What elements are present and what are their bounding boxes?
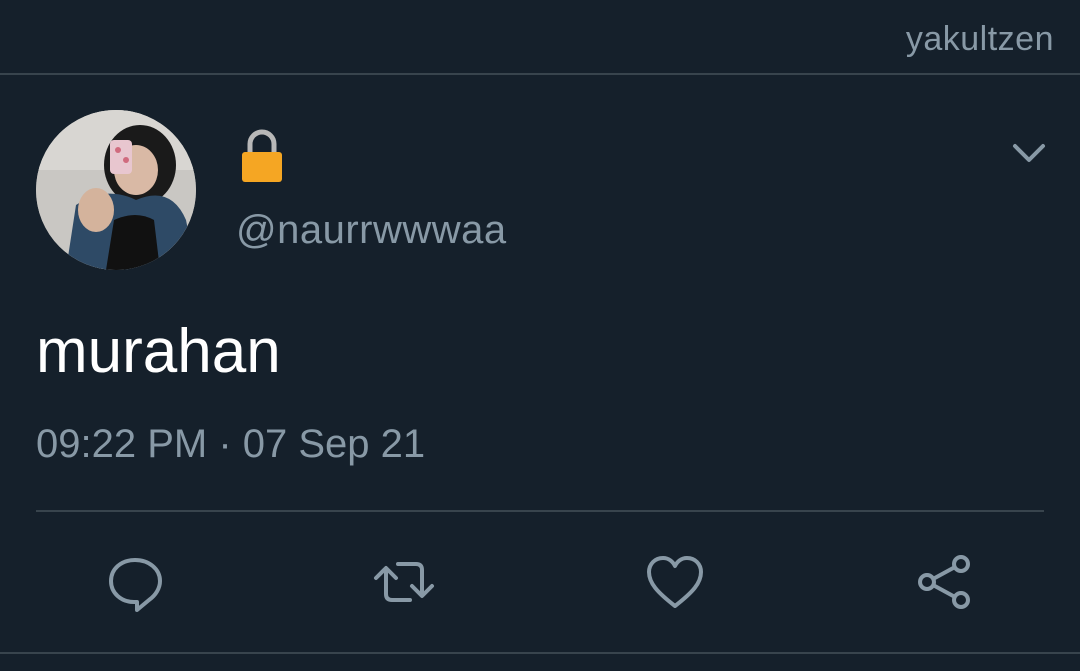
top-bar: yakultzen: [0, 0, 1080, 74]
share-button[interactable]: [913, 550, 977, 614]
avatar-image: [36, 110, 196, 270]
user-handle[interactable]: @naurrwwwaa: [236, 208, 507, 253]
like-icon: [647, 556, 703, 608]
chevron-down-icon[interactable]: [1010, 138, 1048, 168]
top-username: yakultzen: [905, 20, 1054, 58]
reply-icon: [109, 558, 162, 612]
divider: [0, 652, 1080, 654]
divider: [36, 510, 1044, 512]
tweet-text: murahan: [36, 317, 281, 386]
reply-button[interactable]: [103, 550, 167, 614]
like-button[interactable]: [643, 550, 707, 614]
lock-icon: [238, 128, 286, 184]
retweet-icon: [374, 562, 434, 602]
tweet-timestamp: 09:22 PM · 07 Sep 21: [36, 422, 426, 466]
share-icon: [918, 555, 970, 609]
avatar[interactable]: [36, 110, 196, 270]
retweet-button[interactable]: [372, 550, 436, 614]
divider: [0, 73, 1080, 75]
action-bar: [0, 540, 1080, 620]
